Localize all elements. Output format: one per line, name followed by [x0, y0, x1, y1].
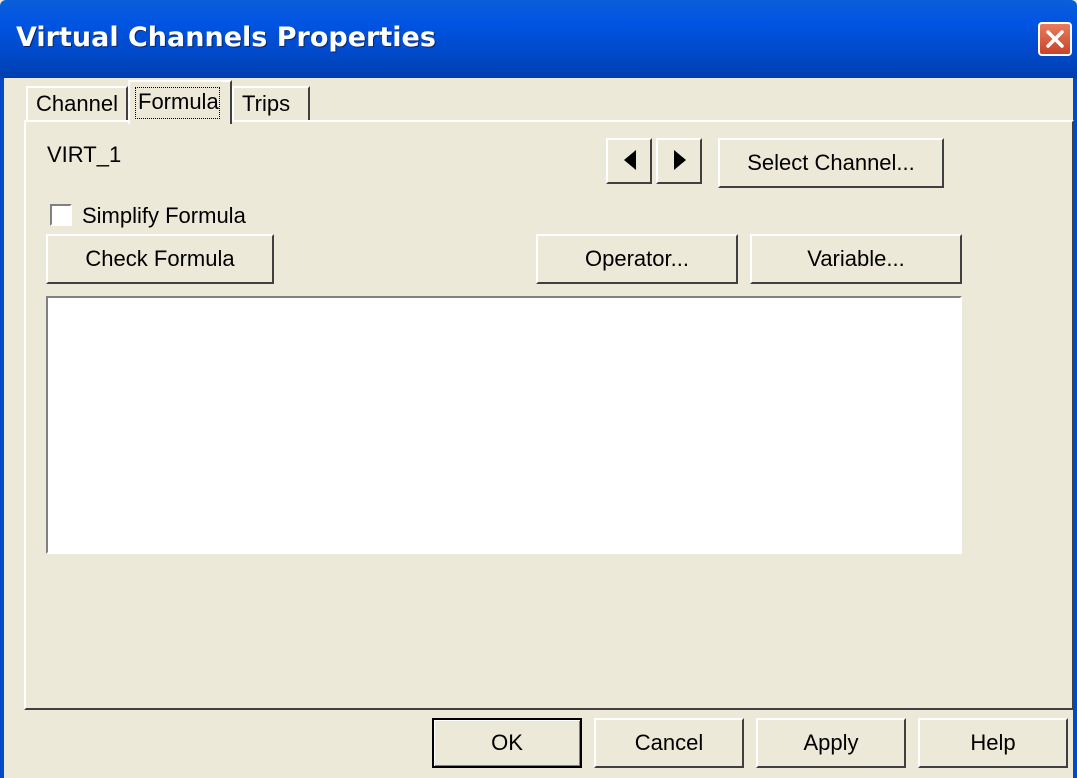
- focus-rectangle: [135, 87, 220, 119]
- variable-button[interactable]: Variable...: [750, 234, 962, 284]
- simplify-formula-checkbox[interactable]: [50, 204, 72, 226]
- close-icon: [1046, 30, 1064, 48]
- cancel-button[interactable]: Cancel: [594, 718, 744, 768]
- previous-channel-button[interactable]: [606, 138, 652, 184]
- triangle-left-icon: [624, 150, 636, 170]
- next-channel-button[interactable]: [656, 138, 702, 184]
- triangle-right-icon: [674, 150, 686, 170]
- select-channel-button[interactable]: Select Channel...: [718, 138, 944, 188]
- formula-text-area[interactable]: [46, 296, 962, 554]
- tab-channel[interactable]: Channel: [26, 86, 128, 122]
- ok-button[interactable]: OK: [432, 718, 582, 768]
- close-button[interactable]: [1038, 22, 1072, 56]
- title-bar: Virtual Channels Properties: [0, 0, 1077, 78]
- simplify-formula-label: Simplify Formula: [82, 203, 246, 228]
- help-button[interactable]: Help: [918, 718, 1068, 768]
- tab-formula[interactable]: Formula: [128, 80, 232, 124]
- tab-label: Channel: [36, 91, 118, 116]
- window-frame-left: [0, 78, 4, 778]
- check-formula-button[interactable]: Check Formula: [46, 234, 274, 284]
- apply-button[interactable]: Apply: [756, 718, 906, 768]
- channel-name-label: VIRT_1: [47, 142, 122, 167]
- window-title: Virtual Channels Properties: [16, 22, 436, 53]
- tab-trips[interactable]: Trips: [232, 86, 310, 122]
- operator-button[interactable]: Operator...: [536, 234, 738, 284]
- tab-label: Trips: [242, 91, 291, 116]
